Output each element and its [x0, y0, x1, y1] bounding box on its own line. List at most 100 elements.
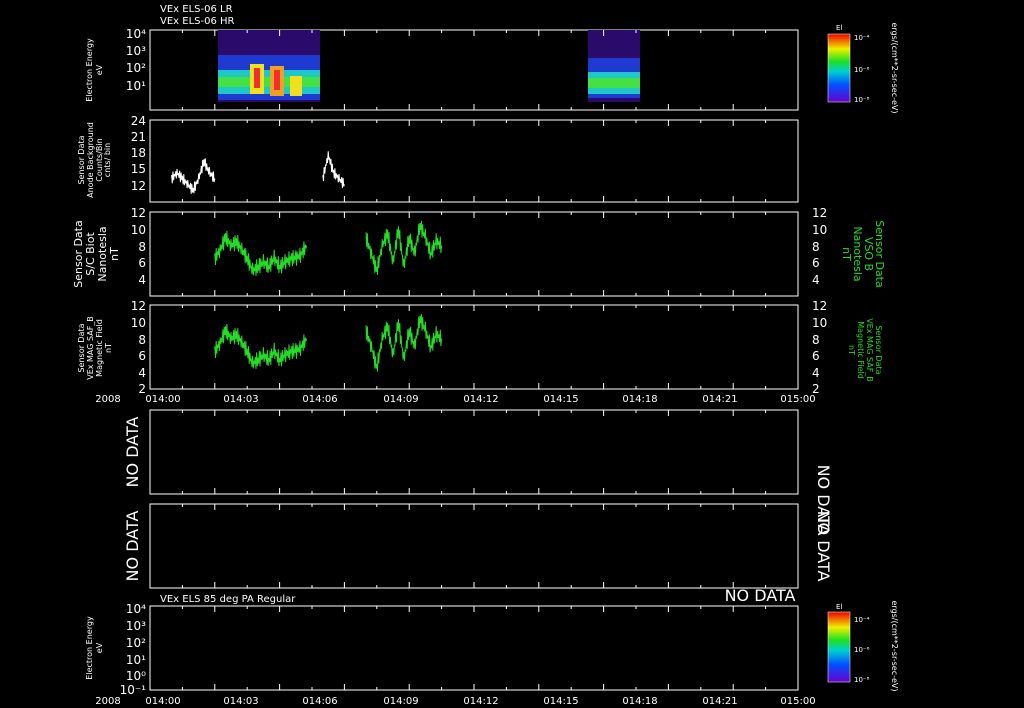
p3-tick-4: 6	[138, 256, 146, 270]
p4-rtick-2: 10	[812, 316, 827, 330]
nodata-panel7: NO DATA	[725, 586, 796, 605]
p2-tick-1: 24	[131, 114, 146, 128]
p4-rtick-1: 12	[812, 299, 827, 313]
time-bottom-tick-6: 014:15	[543, 696, 578, 707]
heatmap-hot-1-core	[254, 68, 260, 88]
time-tick-8: 014:21	[702, 394, 737, 405]
colorbar-bottom-max: 10⁻⁴	[854, 616, 870, 624]
colorbar-bottom-mid: 10⁻⁶	[854, 646, 870, 654]
colorbar-top-max: 10⁻⁴	[854, 34, 870, 42]
p4-rlabel-2: VEx MAG SAF_B	[865, 318, 874, 382]
p7-ylabel-2: eV	[95, 642, 104, 653]
nodata-panel5-left: NO DATA	[123, 417, 142, 488]
heatmap-block-1-core	[218, 77, 320, 87]
p1-tick-3: 10²	[126, 61, 146, 75]
nodata-panel6-left: NO DATA	[123, 511, 142, 582]
p7-tick-5: 10⁰	[126, 669, 146, 683]
time-bottom-tick-8: 014:21	[702, 696, 737, 707]
p3-rtick-1: 12	[812, 206, 827, 220]
trace-panel3-segment-1	[214, 230, 308, 276]
colorbar-bottom-unit: ergs/(cm**2-sr-sec-eV)	[890, 600, 899, 691]
trace-panel2-segment-1	[171, 158, 216, 194]
p4-tick-2: 10	[131, 316, 146, 330]
p4-rlabel-4: nT	[847, 345, 856, 355]
p2-tick-2: 21	[131, 130, 146, 144]
time-axis-ticks	[149, 30, 799, 690]
p7-tick-6: 10⁻¹	[120, 683, 147, 697]
heatmap-hot-3	[290, 76, 302, 96]
time-bottom-tick-9: 015:00	[780, 696, 815, 707]
p7-tick-4: 10¹	[126, 653, 146, 667]
time-bottom-tick-5: 014:12	[463, 696, 498, 707]
time-bottom-tick-7: 014:18	[622, 696, 657, 707]
time-bottom-tick-3: 014:06	[302, 696, 337, 707]
p4-rlabel-1: Sensor Data	[874, 325, 883, 374]
p4-ylabel-4: nT	[104, 343, 113, 353]
panel7-title: VEx ELS 85 deg PA Regular	[160, 594, 296, 605]
p4-ylabel-1: Sensor Data	[77, 323, 86, 372]
p3-rtick-3: 8	[812, 240, 820, 254]
p4-tick-4: 6	[138, 349, 146, 363]
top-label-2: VEx ELS-06 HR	[160, 16, 235, 27]
trace-panel4-segment-2	[365, 313, 443, 372]
p4-rtick-4: 6	[812, 349, 820, 363]
time-tick-9: 015:00	[780, 394, 815, 405]
p3-ylabel-4: nT	[108, 247, 121, 261]
time-tick-2: 014:03	[223, 394, 258, 405]
p7-tick-1: 10⁴	[126, 602, 146, 616]
plot-stage: VEx ELS-06 LR VEx ELS-06 HR 10⁴ 10³ 10² …	[72, 4, 899, 707]
trace-panel2-segment-2	[322, 151, 345, 189]
p2-tick-4: 15	[131, 162, 146, 176]
p4-tick-3: 8	[138, 333, 146, 347]
colorbar-bottom-tag: El	[836, 603, 842, 611]
trace-panel4-segment-1	[214, 323, 308, 369]
time-bottom-tick-4: 014:09	[383, 696, 418, 707]
time-bottom-tick-2: 014:03	[223, 696, 258, 707]
p4-ylabel-2: VEx MAG SAF_B	[86, 316, 95, 380]
time-tick-3: 014:06	[302, 394, 337, 405]
p2-tick-5: 12	[131, 179, 146, 193]
p4-ylabel-3: Magnetic Field	[95, 319, 104, 377]
p4-tick-5: 4	[138, 366, 146, 380]
p7-ylabel-1: Electron Energy	[85, 616, 94, 680]
colorbar-top-min: 10⁻⁸	[854, 96, 870, 104]
p3-rtick-5: 4	[812, 273, 820, 287]
p1-ylabel-1: Electron Energy	[85, 38, 94, 102]
time-tick-5: 014:12	[463, 394, 498, 405]
top-label-1: VEx ELS-06 LR	[160, 4, 233, 15]
panel-counts-frame	[149, 119, 799, 203]
p2-ylabel-2: Anode Background	[86, 122, 95, 198]
heatmap-hot-2-core	[274, 70, 280, 90]
time-tick-7: 014:18	[622, 394, 657, 405]
trace-panel3-segment-2	[365, 220, 443, 275]
nodata-panel6-right: NO DATA	[814, 511, 833, 582]
time-year-1: 2008	[95, 394, 120, 405]
p3-tick-1: 12	[131, 206, 146, 220]
p4-rtick-5: 4	[812, 366, 820, 380]
p3-tick-2: 10	[131, 223, 146, 237]
p4-tick-1: 12	[131, 299, 146, 313]
p1-tick-4: 10¹	[126, 79, 146, 93]
p3-rtick-4: 6	[812, 256, 820, 270]
panel-pa-frame	[149, 605, 799, 691]
colorbar-top-tag: El	[836, 24, 842, 32]
p3-rlabel-4: nT	[840, 247, 853, 261]
p2-tick-3: 18	[131, 146, 146, 160]
colorbar-top-mid: 10⁻⁶	[854, 66, 870, 74]
colorbar-top	[827, 33, 851, 103]
p4-rtick-3: 8	[812, 333, 820, 347]
time-tick-1: 014:00	[145, 394, 180, 405]
panel-nodata-2-frame	[149, 503, 799, 589]
panel-mag-frame	[149, 304, 799, 390]
p3-tick-5: 4	[138, 273, 146, 287]
p1-tick-2: 10³	[126, 44, 146, 58]
p3-tick-3: 8	[138, 240, 146, 254]
p2-ylabel-4: cnts/ bin	[103, 143, 112, 177]
colorbar-bottom-min: 10⁻⁸	[854, 676, 870, 684]
trace-layer	[171, 151, 443, 372]
panel-nodata-1-frame	[149, 409, 799, 495]
p7-tick-2: 10³	[126, 619, 146, 633]
time-tick-6: 014:15	[543, 394, 578, 405]
p1-ylabel-2: eV	[95, 64, 104, 75]
p7-tick-3: 10²	[126, 636, 146, 650]
